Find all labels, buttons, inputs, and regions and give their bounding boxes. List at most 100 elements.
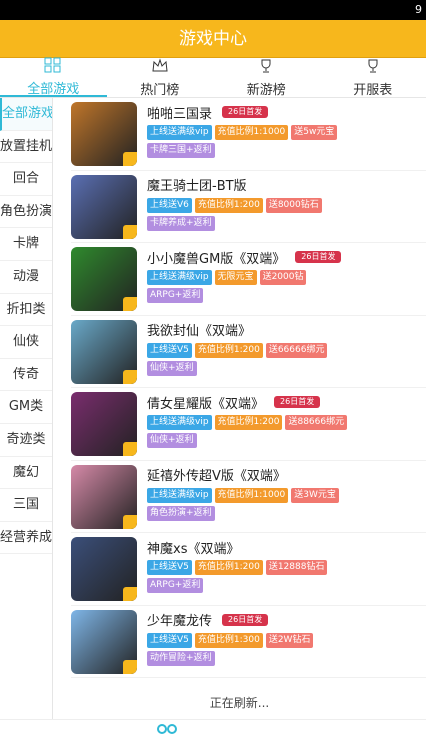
game-row[interactable]: 少年魔龙传 26日首发 上线送V5 充值比例1:300 送2W钻石 动作冒险+返利 bbox=[71, 606, 426, 678]
game-tag: 送3W元宝 bbox=[291, 487, 339, 503]
game-row[interactable]: 神魔xs《双端》上线送V5 充值比例1:200 送12888钻石 ARPG+返利 bbox=[71, 533, 426, 606]
game-info: 啪啪三国录 26日首发 上线送满级vip 充值比例1:1000 送5w元宝 卡牌三国+返利 bbox=[147, 102, 426, 170]
sidebar-item[interactable]: 卡牌 bbox=[0, 228, 52, 261]
game-name-line: 延禧外传超V版《双端》 bbox=[147, 465, 426, 485]
status-bar: 9 bbox=[0, 0, 426, 20]
game-tag: 上线送满级vip bbox=[147, 487, 212, 503]
game-name: 延禧外传超V版《双端》 bbox=[147, 469, 286, 484]
game-tag: 充值比例1:200 bbox=[194, 197, 263, 213]
game-thumbnail[interactable] bbox=[71, 392, 137, 456]
sidebar-item[interactable]: GM类 bbox=[0, 391, 52, 424]
sidebar-item[interactable]: 仙侠 bbox=[0, 326, 52, 359]
game-tag: 送2000钻 bbox=[259, 270, 307, 285]
game-row[interactable]: 啪啪三国录 26日首发 上线送满级vip 充值比例1:1000 送5w元宝 卡牌三国+返利 bbox=[71, 98, 426, 171]
game-name: 我欲封仙《双端》 bbox=[147, 324, 252, 339]
game-name: 魔王骑士团-BT版 bbox=[147, 179, 247, 194]
game-tag: ARPG+返利 bbox=[147, 578, 204, 593]
game-thumbnail[interactable] bbox=[71, 609, 137, 674]
tab-bar: 全部游戏 热门榜 新游榜 开服表 bbox=[0, 57, 426, 98]
game-row[interactable]: 我欲封仙《双端》上线送V5 充值比例1:200 送66666绑元 仙侠+返利 bbox=[71, 316, 426, 388]
game-name: 少年魔龙传 bbox=[147, 614, 213, 629]
game-name: 啪啪三国录 bbox=[147, 106, 213, 122]
debut-badge: 26日首发 bbox=[274, 396, 321, 408]
sidebar-item[interactable]: 传奇 bbox=[0, 359, 52, 392]
tab-3[interactable]: 开服表 bbox=[320, 58, 426, 98]
refresh-status: 正在刷新... bbox=[209, 696, 270, 710]
tag-line: 动作冒险+返利 bbox=[147, 650, 426, 666]
trophy-icon bbox=[257, 58, 275, 79]
sidebar-item[interactable]: 回合 bbox=[0, 163, 52, 196]
game-row[interactable]: 倩女星耀版《双端》 26日首发上线送满级vip 充值比例1:200 送88666绑元仙… bbox=[71, 388, 426, 461]
hot-badge-icon bbox=[123, 369, 137, 384]
game-name-line: 小小魔兽GM版《双端》 26日首发 bbox=[147, 247, 426, 267]
nav-icon[interactable] bbox=[156, 722, 178, 736]
tag-line: 上线送满级vip 无限元宝 送2000钻 bbox=[147, 270, 426, 285]
hot-badge-icon bbox=[123, 514, 137, 529]
tag-line: 上线送满级vip 充值比例1:1000 送5w元宝 bbox=[147, 125, 426, 140]
game-tag: 无限元宝 bbox=[214, 270, 257, 285]
game-name: 神魔xs《双端》 bbox=[147, 541, 240, 557]
game-thumbnail[interactable] bbox=[71, 319, 137, 384]
game-info: 延禧外传超V版《双端》 上线送满级vip 充值比例1:1000 送3W元宝 角色扮演+返… bbox=[147, 465, 426, 533]
tag-line: 上线送满级vip 充值比例1:200 送88666绑元 bbox=[147, 415, 426, 430]
game-row[interactable]: 小小魔兽GM版《双端》 26日首发上线送满级vip 无限元宝 送2000钻 ARPG+返… bbox=[71, 243, 426, 316]
hot-badge-icon bbox=[123, 659, 137, 674]
game-tag: 上线送V5 bbox=[147, 632, 192, 648]
game-row[interactable]: 魔王骑士团-BT版 上线送V6 充值比例1:200 送8000钻石 卡牌养成+返利 bbox=[71, 171, 426, 243]
game-list: 啪啪三国录 26日首发 上线送满级vip 充值比例1:1000 送5w元宝 卡牌三国+返利… bbox=[53, 98, 426, 719]
tag-line: 上线送V5 充值比例1:200 送12888钻石 bbox=[147, 560, 426, 575]
game-info: 我欲封仙《双端》上线送V5 充值比例1:200 送66666绑元 仙侠+返利 bbox=[147, 320, 426, 388]
sidebar-item[interactable]: 奇迹类 bbox=[0, 424, 52, 457]
sidebar-item[interactable]: 三国 bbox=[0, 489, 52, 522]
sidebar-item[interactable]: 折扣类 bbox=[0, 294, 52, 327]
sidebar-item[interactable]: 全部游戏 bbox=[0, 98, 52, 131]
game-tag: 充值比例1:300 bbox=[194, 632, 263, 648]
game-info: 神魔xs《双端》上线送V5 充值比例1:200 送12888钻石 ARPG+返利 bbox=[147, 537, 426, 605]
game-name: 小小魔兽GM版《双端》 bbox=[147, 251, 286, 267]
game-tag: 充值比例1:200 bbox=[194, 560, 263, 575]
game-tag: 充值比例1:1000 bbox=[214, 125, 289, 140]
game-row[interactable]: 延禧外传超V版《双端》 上线送满级vip 充值比例1:1000 送3W元宝 角色扮演+返… bbox=[71, 461, 426, 533]
game-thumbnail[interactable] bbox=[71, 537, 137, 601]
game-tag: 仙侠+返利 bbox=[147, 433, 197, 448]
hot-badge-icon bbox=[123, 224, 137, 239]
tab-label: 热门榜 bbox=[140, 82, 180, 98]
tab-0[interactable]: 全部游戏 bbox=[0, 57, 107, 97]
game-tag: 充值比例1:200 bbox=[214, 415, 283, 430]
game-tag: 卡牌养成+返利 bbox=[147, 215, 215, 231]
tag-line: 卡牌三国+返利 bbox=[147, 143, 426, 158]
game-name-line: 少年魔龙传 26日首发 bbox=[147, 610, 426, 630]
hot-badge-icon bbox=[123, 152, 137, 166]
game-tag: ARPG+返利 bbox=[147, 288, 204, 303]
game-tag: 送12888钻石 bbox=[265, 560, 328, 575]
sidebar-item[interactable]: 魔幻 bbox=[0, 457, 52, 490]
game-thumbnail[interactable] bbox=[71, 247, 137, 311]
game-name-line: 倩女星耀版《双端》 26日首发 bbox=[147, 392, 426, 412]
status-time: 9 bbox=[415, 3, 422, 16]
sidebar-item[interactable]: 经营养成 bbox=[0, 522, 52, 555]
game-tag: 上线送满级vip bbox=[147, 270, 212, 285]
sidebar-item[interactable]: 角色扮演 bbox=[0, 196, 52, 229]
game-info: 魔王骑士团-BT版 上线送V6 充值比例1:200 送8000钻石 卡牌养成+返利 bbox=[147, 175, 426, 243]
game-info: 小小魔兽GM版《双端》 26日首发上线送满级vip 无限元宝 送2000钻 ARPG+返… bbox=[147, 247, 426, 315]
game-thumbnail[interactable] bbox=[71, 102, 137, 166]
hot-badge-icon bbox=[123, 587, 137, 601]
tab-1[interactable]: 热门榜 bbox=[107, 57, 214, 98]
game-thumbnail[interactable] bbox=[71, 174, 137, 239]
tab-label: 开服表 bbox=[353, 82, 393, 98]
hot-badge-icon bbox=[123, 442, 137, 456]
sidebar-item[interactable]: 动漫 bbox=[0, 261, 52, 294]
game-name: 倩女星耀版《双端》 bbox=[147, 396, 265, 412]
game-name-line: 魔王骑士团-BT版 bbox=[147, 175, 426, 195]
game-thumbnail[interactable] bbox=[71, 464, 137, 529]
tag-line: 上线送V5 充值比例1:200 送66666绑元 bbox=[147, 342, 426, 358]
game-tag: 送8000钻石 bbox=[265, 197, 322, 213]
tab-2[interactable]: 新游榜 bbox=[213, 58, 320, 98]
sidebar-item[interactable]: 放置挂机 bbox=[0, 131, 52, 164]
trophy-icon bbox=[364, 58, 382, 79]
tag-line: ARPG+返利 bbox=[147, 578, 426, 593]
game-tag: 卡牌三国+返利 bbox=[147, 143, 215, 158]
game-tag: 送66666绑元 bbox=[265, 342, 328, 358]
tag-line: 仙侠+返利 bbox=[147, 360, 426, 376]
game-tag: 上线送满级vip bbox=[147, 415, 212, 430]
